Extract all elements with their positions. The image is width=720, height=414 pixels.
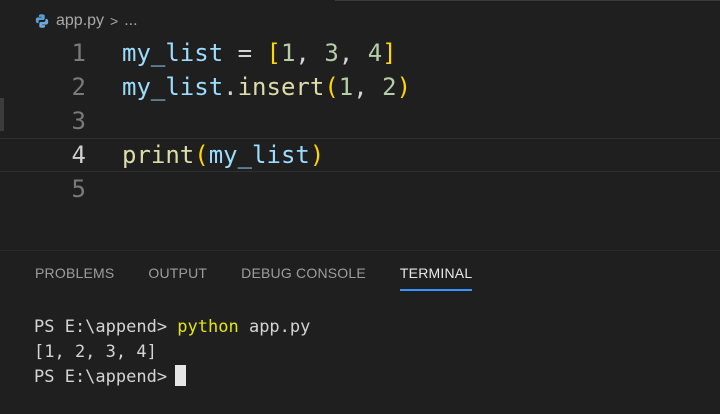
- token-function: insert: [237, 73, 325, 101]
- tab-debug-console[interactable]: DEBUG CONSOLE: [241, 265, 366, 291]
- token-number: 1: [280, 39, 296, 67]
- terminal-prompt: PS E:\append>: [34, 367, 168, 387]
- line-text[interactable]: print(my_list): [122, 139, 324, 171]
- tab-output[interactable]: OUTPUT: [148, 265, 207, 291]
- editor-area[interactable]: app.py > ... 1 my_list = [1, 3, 4] 2 my_…: [0, 0, 720, 250]
- panel-tabs: PROBLEMS OUTPUT DEBUG CONSOLE TERMINAL: [35, 265, 506, 291]
- breadcrumb-ellipsis[interactable]: ...: [124, 12, 137, 30]
- token-punctuation: ,: [338, 39, 368, 67]
- token-bracket: (: [324, 73, 339, 101]
- python-file-icon: [34, 13, 50, 29]
- terminal-line[interactable]: PS E:\append>: [34, 365, 310, 390]
- line-number: 5: [71, 175, 86, 203]
- token-variable: my_list: [208, 141, 310, 169]
- editor-top-border: [335, 0, 720, 1]
- token-bracket: (: [194, 141, 209, 169]
- terminal-result: [1, 2, 3, 4]: [34, 342, 157, 362]
- token-number: 3: [324, 39, 339, 67]
- line-number: 1: [71, 39, 86, 67]
- code-lines[interactable]: 1 my_list = [1, 3, 4] 2 my_list.insert(1…: [0, 36, 720, 206]
- line-number: 3: [71, 107, 86, 135]
- token-punctuation: .: [223, 73, 238, 101]
- breadcrumb-file[interactable]: app.py: [56, 12, 104, 30]
- code-line[interactable]: 5: [0, 172, 720, 206]
- breadcrumb[interactable]: app.py > ...: [34, 10, 138, 32]
- token-variable: my_list: [122, 73, 224, 101]
- token-punctuation: ,: [295, 39, 325, 67]
- token-bracket: ]: [382, 39, 397, 67]
- code-line-current[interactable]: 4 print(my_list): [0, 138, 720, 172]
- token-punctuation: ,: [353, 73, 383, 101]
- token-bracket: [: [266, 39, 281, 67]
- token-number: 4: [367, 39, 383, 67]
- chevron-right-icon: >: [110, 13, 119, 29]
- token-bracket: ): [396, 73, 412, 101]
- token-number: 2: [382, 73, 397, 101]
- terminal-args: app.py: [238, 317, 311, 337]
- code-line[interactable]: 3: [0, 104, 720, 138]
- line-text[interactable]: my_list = [1, 3, 4]: [122, 36, 397, 70]
- token-variable: my_list: [122, 39, 224, 67]
- token-function: print: [122, 141, 195, 169]
- line-number: 2: [71, 73, 86, 101]
- tab-problems[interactable]: PROBLEMS: [35, 265, 114, 291]
- terminal-prompt: PS E:\append>: [34, 317, 178, 337]
- terminal-line: PS E:\append> python app.py: [34, 315, 310, 340]
- tab-terminal[interactable]: TERMINAL: [399, 265, 473, 291]
- terminal-output[interactable]: PS E:\append> python app.py [1, 2, 3, 4]…: [34, 315, 310, 390]
- code-line[interactable]: 1 my_list = [1, 3, 4]: [0, 36, 720, 70]
- terminal-line: [1, 2, 3, 4]: [34, 340, 310, 365]
- terminal-command: python: [177, 317, 239, 337]
- line-text[interactable]: my_list.insert(1, 2): [122, 70, 411, 104]
- terminal-cursor[interactable]: [175, 365, 187, 386]
- token-number: 1: [338, 73, 354, 101]
- bottom-panel: PROBLEMS OUTPUT DEBUG CONSOLE TERMINAL P…: [0, 250, 720, 414]
- token-bracket: ): [309, 141, 325, 169]
- line-number: 4: [71, 141, 86, 169]
- code-line[interactable]: 2 my_list.insert(1, 2): [0, 70, 720, 104]
- token-operator: =: [223, 39, 267, 67]
